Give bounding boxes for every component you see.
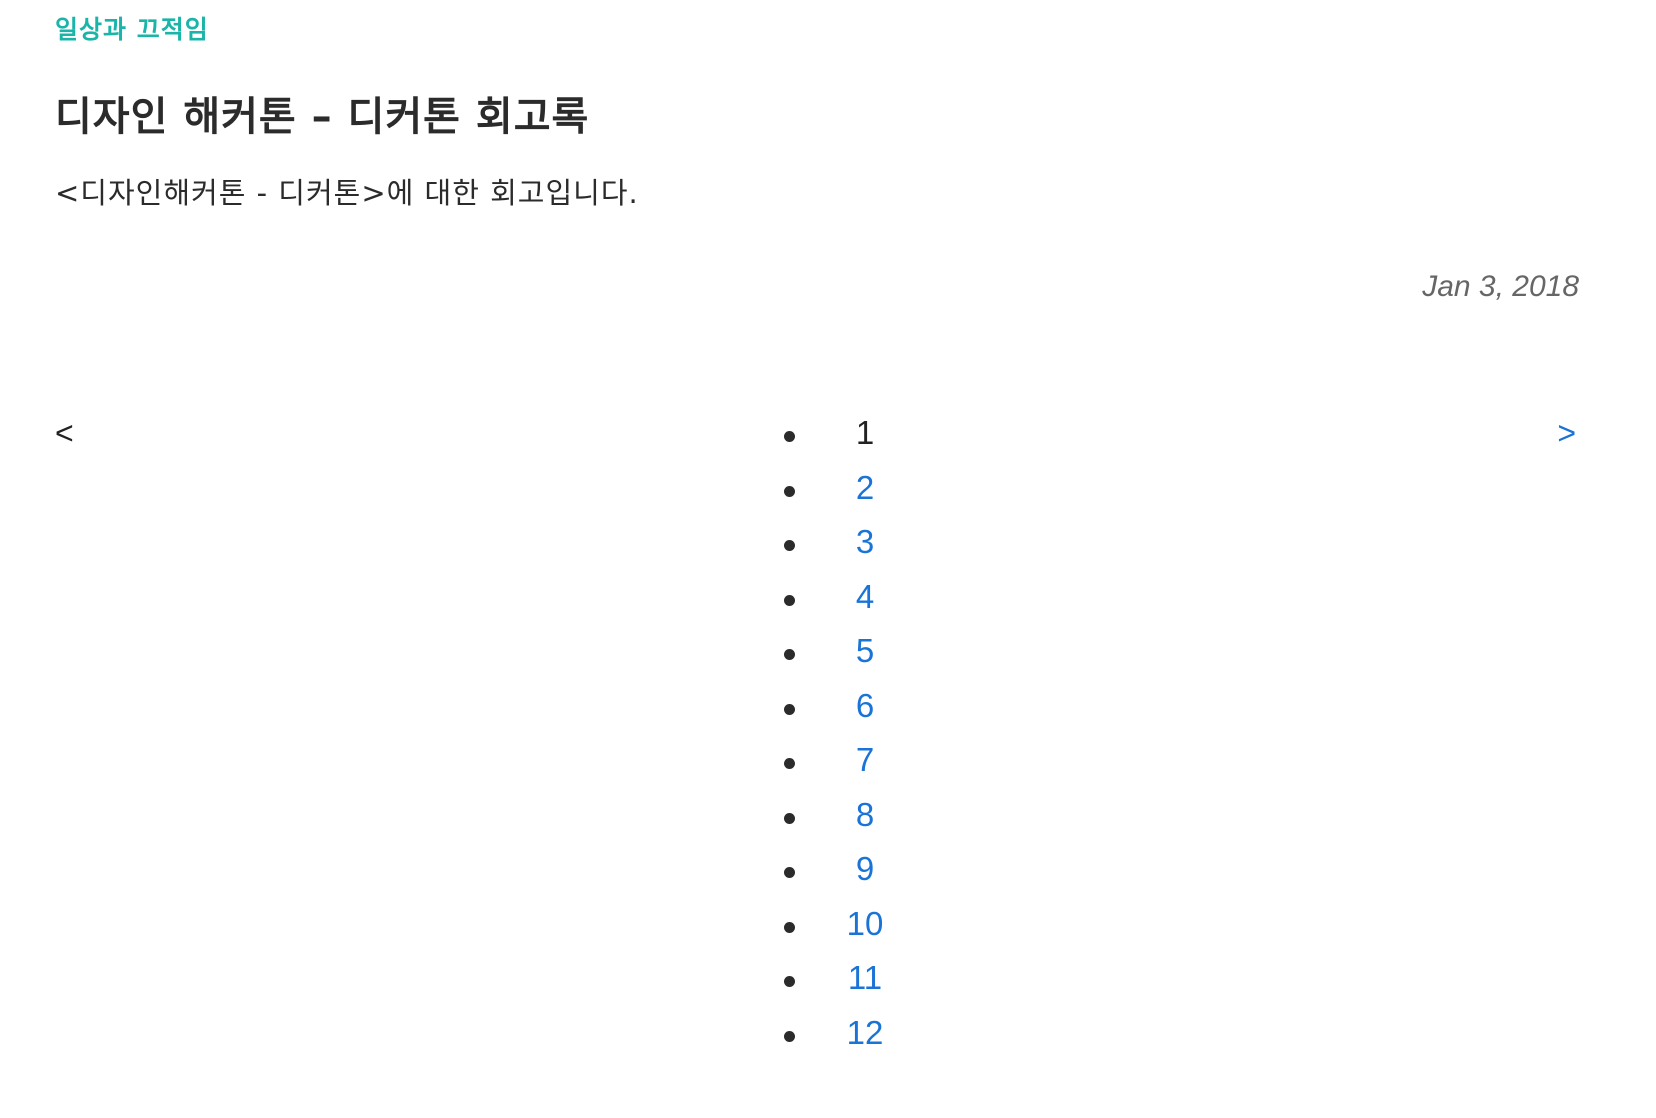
bullet-icon [784,976,795,987]
page-item-9: 9 [770,849,910,904]
page-item-11: 11 [770,958,910,1013]
page-link-4[interactable]: 4 [830,577,900,617]
page-number-current: 1 [855,414,875,451]
bullet-icon [784,540,795,551]
bullet-icon [784,431,795,442]
bullet-icon [784,867,795,878]
page-item-2: 2 [770,468,910,523]
pagination-list: 1 2 3 4 5 6 7 8 9 10 11 12 [770,413,910,1067]
page-link-6[interactable]: 6 [830,686,900,726]
page-item-5: 5 [770,631,910,686]
page-item-7: 7 [770,740,910,795]
bullet-icon [784,703,795,715]
page-item-1: 1 [770,413,910,468]
page-item-10: 10 [770,904,910,959]
bullet-icon [784,812,795,824]
page-item-6: 6 [770,686,910,741]
page-item-3: 3 [770,522,910,577]
bullet-icon [784,594,795,606]
post-summary: <디자인해커톤 - 디커톤>에 대한 회고입니다. [55,176,639,210]
page-link-10[interactable]: 10 [830,904,900,944]
page-link-9[interactable]: 9 [830,849,900,889]
bullet-icon [784,1030,795,1042]
page-link-12[interactable]: 12 [830,1013,900,1053]
category-link[interactable]: 일상과 끄적임 [55,10,209,46]
post-title[interactable]: 디자인 해커톤 – 디커톤 회고록 [55,84,589,142]
bullet-icon [784,485,795,497]
page-link-11[interactable]: 11 [830,958,900,998]
page-link-2[interactable]: 2 [830,468,900,508]
page-link-8[interactable]: 8 [830,795,900,835]
page-item-4: 4 [770,577,910,632]
bullet-icon [784,649,795,660]
page-item-8: 8 [770,795,910,850]
prev-page-arrow: < [55,415,74,451]
page-link-7[interactable]: 7 [830,740,900,780]
bullet-icon [784,921,795,933]
page-item-12: 12 [770,1013,910,1068]
post-date: Jan 3, 2018 [1422,270,1579,303]
page-link-3[interactable]: 3 [830,522,900,562]
next-page-arrow[interactable]: > [1557,415,1576,452]
bullet-icon [784,758,795,769]
page-link-5[interactable]: 5 [830,631,900,671]
